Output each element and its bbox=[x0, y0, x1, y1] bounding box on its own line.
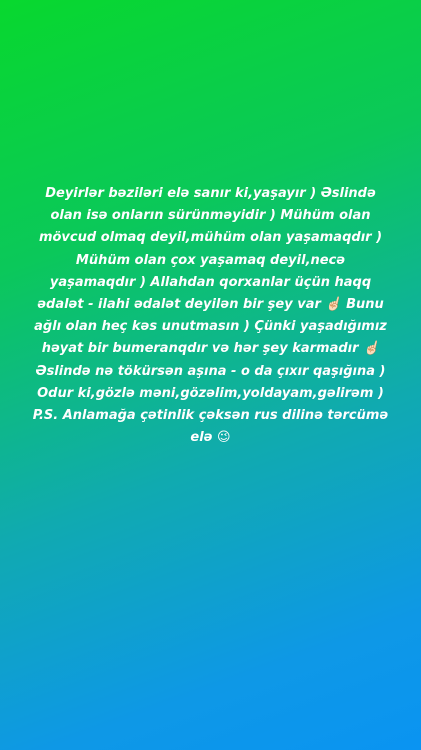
story-text-line: Deyirlər bəziləri elə sanır ki,yaşayır )… bbox=[45, 186, 376, 201]
story-text-line: Mühüm olan çox yaşamaq deyil,necə bbox=[75, 252, 346, 268]
story-text-line: yaşamaqdır ) Allahdan qorxanlar üçün haq… bbox=[49, 274, 372, 290]
story-text-line: mövcud olmaq deyil,mühüm olan yaşamaqdır… bbox=[38, 230, 383, 246]
story-text-line: həyat bir bumeranqdır və hər şey karmadı… bbox=[41, 341, 380, 357]
story-text-line: P.S. Anlamağa çətinlik çəksən rus dilinə… bbox=[32, 408, 389, 424]
story-text-line: Odur ki,gözlə məni,gözəlim,yoldayam,gəli… bbox=[37, 385, 384, 401]
story-text-line: elə 😉 bbox=[190, 430, 231, 446]
story-text-line: olan isə onların sürünməyidir ) Mühüm ol… bbox=[50, 208, 371, 224]
story-text-line: ağlı olan heç kəs unutmasın ) Çünki yaşa… bbox=[34, 319, 387, 335]
story-text: Deyirlər bəziləri elə sanır ki,yaşayır )… bbox=[14, 183, 407, 449]
story-text-line: Əslində nə tökürsən aşına - o da çıxır q… bbox=[35, 363, 386, 379]
story-text-line: ədalət - ilahi ədalət deyilən bir şey va… bbox=[37, 297, 384, 313]
